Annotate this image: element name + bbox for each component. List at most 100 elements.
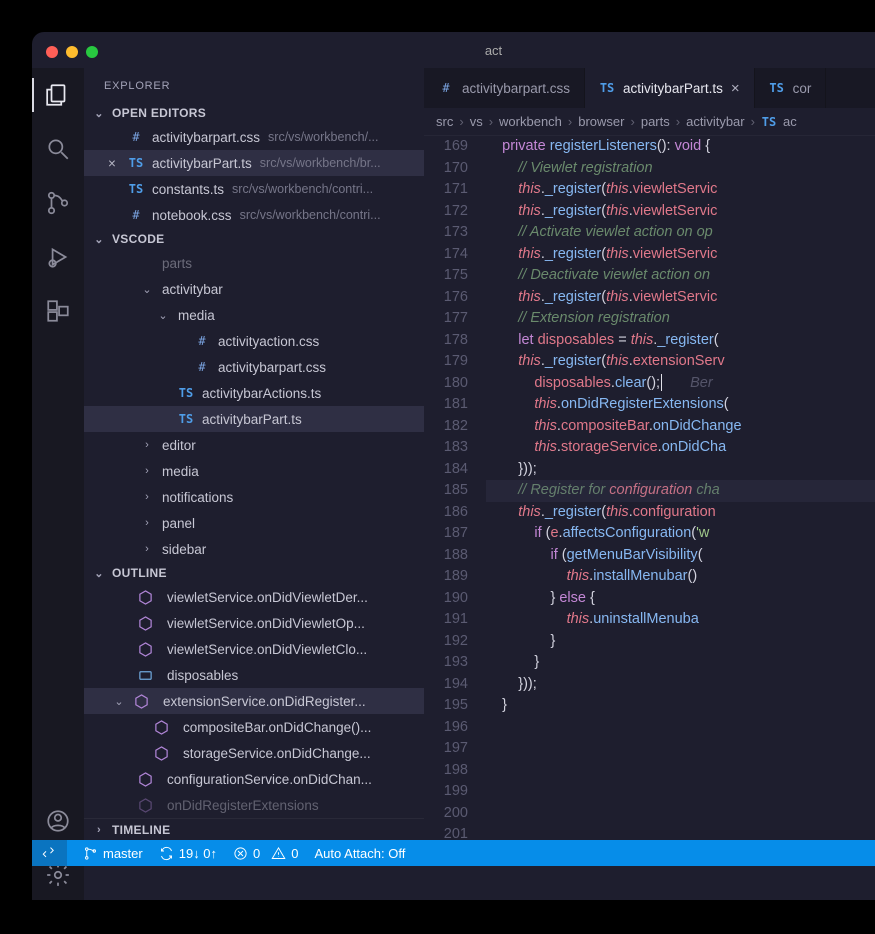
activity-bar [32, 68, 84, 900]
tree-item[interactable]: ›sidebar [84, 536, 424, 562]
outline-item-label: compositeBar.onDidChange()... [183, 720, 371, 735]
file-name: constants.ts [152, 182, 224, 197]
editor-tab[interactable]: TS activitybarPart.ts × [585, 68, 755, 108]
breadcrumb-segment[interactable]: activitybar [686, 114, 745, 129]
breadcrumb-segment[interactable]: ac [783, 114, 797, 129]
outline-item[interactable]: viewletService.onDidViewletOp... [84, 610, 424, 636]
editor-tab[interactable]: #activitybarpart.css [424, 68, 585, 108]
remote-icon [42, 846, 57, 861]
file-type-icon: TS [128, 156, 144, 170]
file-tree: parts⌄activitybar⌄media # activityaction.c… [84, 250, 424, 562]
activity-search[interactable] [32, 136, 84, 162]
sync-button[interactable]: 19↓ 0↑ [159, 846, 217, 861]
open-editor-item[interactable]: ×TSactivitybarPart.tssrc/vs/workbench/br… [84, 150, 424, 176]
tree-item[interactable]: ›editor [84, 432, 424, 458]
file-type-icon: TS [599, 81, 615, 95]
open-editor-item[interactable]: #activitybarpart.csssrc/vs/workbench/... [84, 124, 424, 150]
open-editor-item[interactable]: #notebook.csssrc/vs/workbench/contri... [84, 202, 424, 228]
editor-tabs: #activitybarpart.css TS activitybarPart.ts… [424, 68, 875, 108]
remote-button[interactable] [32, 840, 67, 866]
method-icon [138, 616, 153, 631]
outline-item[interactable]: configurationService.onDidChan... [84, 766, 424, 792]
tree-item[interactable]: # activityaction.css [84, 328, 424, 354]
breadcrumb-segment[interactable]: src [436, 114, 453, 129]
tab-label: activitybarPart.ts [623, 81, 723, 96]
breadcrumb-segment[interactable]: browser [578, 114, 624, 129]
debug-icon [45, 244, 71, 270]
activity-scm[interactable] [32, 190, 84, 216]
tree-item[interactable]: TSactivitybarActions.ts [84, 380, 424, 406]
chevron-right-icon: › [631, 114, 635, 129]
file-path: src/vs/workbench/... [268, 130, 378, 144]
outline-item[interactable]: ⌄extensionService.onDidRegister... [84, 688, 424, 714]
tree-item[interactable]: parts [84, 250, 424, 276]
file-type-icon: # [438, 81, 454, 95]
method-icon [154, 746, 169, 761]
chevron-icon: › [140, 517, 154, 529]
breadcrumb-segment[interactable]: vs [470, 114, 483, 129]
outline-item[interactable]: viewletService.onDidViewletClo... [84, 636, 424, 662]
outline-item[interactable]: viewletService.onDidViewletDer... [84, 584, 424, 610]
chevron-icon: › [140, 465, 154, 477]
outline-item[interactable]: onDidRegisterExtensions [84, 792, 424, 818]
breadcrumb-segment[interactable]: parts [641, 114, 670, 129]
open-editor-item[interactable]: TSconstants.tssrc/vs/workbench/contri... [84, 176, 424, 202]
open-editors-header[interactable]: ⌄ OPEN EDITORS [84, 102, 424, 124]
code-editor[interactable]: 169 170 171 172 173 174 175 176 177 178 … [424, 136, 875, 900]
tree-item[interactable]: ›media [84, 458, 424, 484]
problems-button[interactable]: 0 0 [233, 846, 298, 861]
tree-item[interactable]: ›panel [84, 510, 424, 536]
tree-item[interactable]: #activitybarpart.css [84, 354, 424, 380]
timeline-label: TIMELINE [112, 823, 170, 837]
variable-icon [138, 668, 153, 683]
file-type-icon: TS [178, 412, 194, 426]
tree-item-label: sidebar [162, 542, 206, 557]
files-icon [45, 82, 71, 108]
tree-item[interactable]: ⌄media [84, 302, 424, 328]
file-type-icon: TS [769, 81, 785, 95]
chevron-down-icon: ⌄ [92, 107, 106, 120]
chevron-right-icon: › [676, 114, 680, 129]
tree-item-label: activitybar [162, 282, 223, 297]
auto-attach-label: Auto Attach: Off [315, 846, 406, 861]
line-number-gutter: 169 170 171 172 173 174 175 176 177 178 … [424, 136, 486, 900]
source-control-icon [45, 190, 71, 216]
window-close-button[interactable] [46, 46, 58, 58]
chevron-down-icon: ⌄ [92, 567, 106, 580]
close-icon[interactable]: × [104, 156, 120, 171]
chevron-icon: ⌄ [112, 695, 126, 708]
activity-extensions[interactable] [32, 298, 84, 324]
activity-accounts[interactable] [32, 808, 84, 834]
activity-explorer[interactable] [32, 82, 84, 108]
window-minimize-button[interactable] [66, 46, 78, 58]
git-branch-button[interactable]: master [83, 846, 143, 861]
file-type-icon: TS [178, 386, 194, 400]
auto-attach-button[interactable]: Auto Attach: Off [315, 846, 406, 861]
method-icon [138, 590, 153, 605]
code-lines[interactable]: private registerListeners(): void { // V… [486, 136, 875, 900]
close-icon[interactable]: × [731, 80, 740, 97]
tree-item[interactable]: ›notifications [84, 484, 424, 510]
outline-header[interactable]: ⌄ OUTLINE [84, 562, 424, 584]
breadcrumb[interactable]: src›vs›workbench›browser›parts›activityb… [424, 108, 875, 136]
editor-group: #activitybarpart.css TS activitybarPart.ts… [424, 68, 875, 900]
tree-item[interactable]: ⌄activitybar [84, 276, 424, 302]
explorer-sidebar: EXPLORER ⌄ OPEN EDITORS #activitybarpart… [84, 68, 424, 900]
timeline-header[interactable]: › TIMELINE [84, 818, 424, 841]
outline-item[interactable]: storageService.onDidChange... [84, 740, 424, 766]
folder-header[interactable]: ⌄ VSCODE [84, 228, 424, 250]
outline-item-label: disposables [167, 668, 238, 683]
tree-item-label: activityaction.css [218, 334, 319, 349]
breadcrumb-segment[interactable]: workbench [499, 114, 562, 129]
file-type-icon: TS [128, 182, 144, 196]
chevron-down-icon: ⌄ [92, 233, 106, 246]
tree-item[interactable]: TSactivitybarPart.ts [84, 406, 424, 432]
outline-item[interactable]: compositeBar.onDidChange()... [84, 714, 424, 740]
activity-run-debug[interactable] [32, 244, 84, 270]
editor-tab[interactable]: TScor [755, 68, 827, 108]
file-type-icon: # [194, 334, 210, 348]
outline-item[interactable]: disposables [84, 662, 424, 688]
chevron-icon: › [140, 491, 154, 503]
window-maximize-button[interactable] [86, 46, 98, 58]
outline-title: OUTLINE [112, 566, 167, 580]
